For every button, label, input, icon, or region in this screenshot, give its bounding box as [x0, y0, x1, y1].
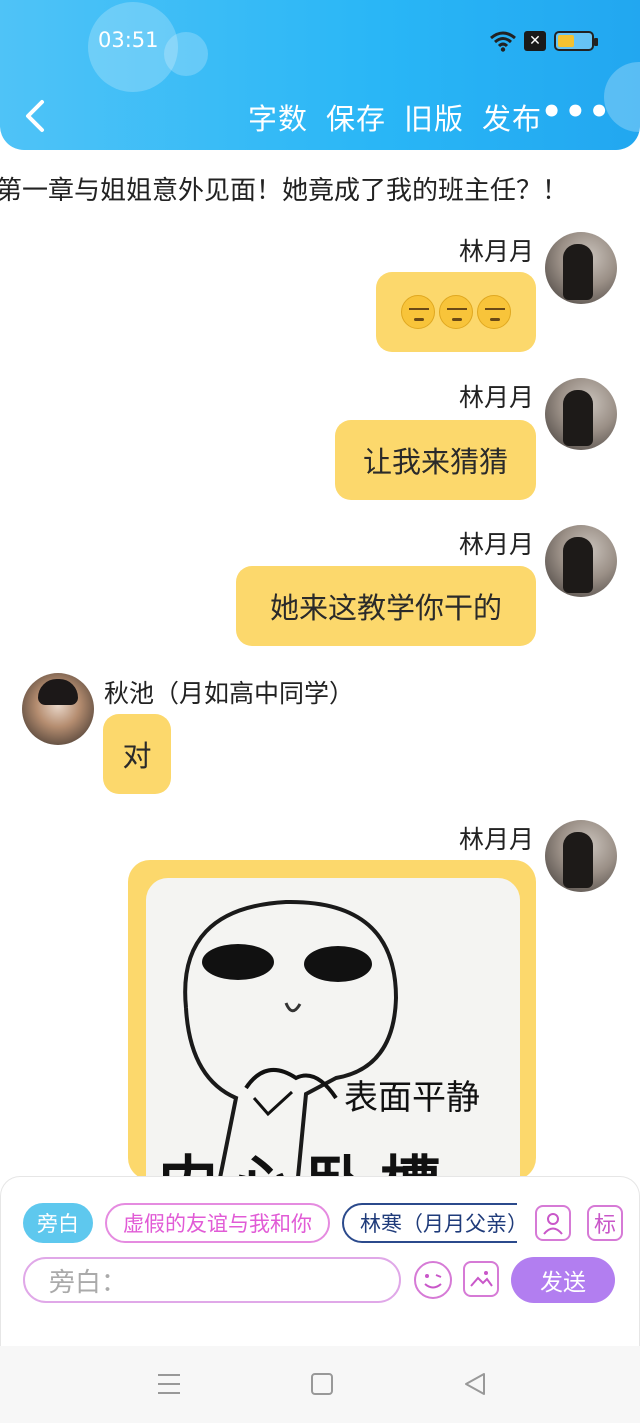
menu-icon[interactable] — [156, 1372, 182, 1396]
image-upload-icon[interactable] — [463, 1261, 499, 1297]
meme-caption: 表面平静 — [344, 1078, 480, 1118]
emoji-icon[interactable] — [414, 1261, 452, 1299]
meme-image: 表面平静 内心卧槽 — [146, 878, 520, 1180]
avatar[interactable] — [545, 378, 617, 450]
wifi-icon — [490, 31, 516, 52]
message-sender: 秋池（月如高中同学） — [104, 679, 355, 708]
send-button[interactable]: 发送 — [511, 1257, 615, 1303]
message-bubble[interactable]: 她来这教学你干的 — [236, 566, 536, 646]
status-icons: ✕ — [490, 30, 598, 52]
status-time: 03:51 — [98, 28, 159, 52]
notification-icon: ✕ — [524, 31, 546, 51]
message-input[interactable]: 旁白： — [23, 1257, 401, 1303]
back-icon[interactable] — [462, 1372, 488, 1396]
message-sender: 林月月 — [458, 237, 534, 266]
top-header: 03:51 ✕ 字数 保存 旧版 发布 ••• — [0, 0, 640, 150]
message-bubble[interactable] — [376, 272, 536, 352]
avatar[interactable] — [545, 525, 617, 597]
tag-button[interactable]: 标 — [587, 1205, 623, 1241]
message-sender: 林月月 — [458, 530, 534, 559]
character-profile-icon[interactable] — [535, 1205, 571, 1241]
avatar[interactable] — [22, 673, 94, 745]
role-chip[interactable]: 林寒（月月父亲） — [342, 1203, 517, 1243]
role-chip[interactable]: 虚假的友谊与我和你 — [105, 1203, 330, 1243]
message-bubble[interactable]: 对 — [103, 714, 171, 794]
message-bubble[interactable]: 让我来猜猜 — [335, 420, 536, 500]
unamused-face-icon — [439, 295, 473, 329]
role-chips: 旁白 虚假的友谊与我和你 林寒（月月父亲） — [23, 1203, 517, 1243]
role-chip-narration[interactable]: 旁白 — [23, 1203, 93, 1243]
top-toolbar: 字数 保存 旧版 发布 — [248, 96, 542, 138]
old-version-button[interactable]: 旧版 — [404, 96, 464, 138]
decor-circle — [164, 32, 208, 76]
publish-button[interactable]: 发布 — [482, 96, 542, 138]
save-button[interactable]: 保存 — [326, 96, 386, 138]
unamused-face-icon — [477, 295, 511, 329]
back-chevron-icon[interactable] — [18, 94, 54, 138]
unamused-face-icon — [401, 295, 435, 329]
message-sender: 林月月 — [458, 383, 534, 412]
meme-face-drawing — [183, 899, 399, 1180]
battery-icon — [554, 31, 598, 51]
home-icon[interactable] — [310, 1372, 334, 1396]
word-count-button[interactable]: 字数 — [248, 96, 308, 138]
more-options-button[interactable]: ••• — [541, 95, 612, 129]
avatar[interactable] — [545, 820, 617, 892]
message-sender: 林月月 — [458, 825, 534, 854]
system-navigation-bar — [0, 1346, 640, 1423]
meme-caption-large: 内心卧槽 — [158, 1136, 454, 1180]
composer-panel: 旁白 虚假的友谊与我和你 林寒（月月父亲） 标 旁白： 发送 — [0, 1176, 640, 1346]
chapter-title: 第一章与姐姐意外见面！她竟成了我的班主任？！ — [0, 176, 569, 206]
avatar[interactable] — [545, 232, 617, 304]
image-message[interactable]: 表面平静 内心卧槽 — [128, 860, 536, 1180]
